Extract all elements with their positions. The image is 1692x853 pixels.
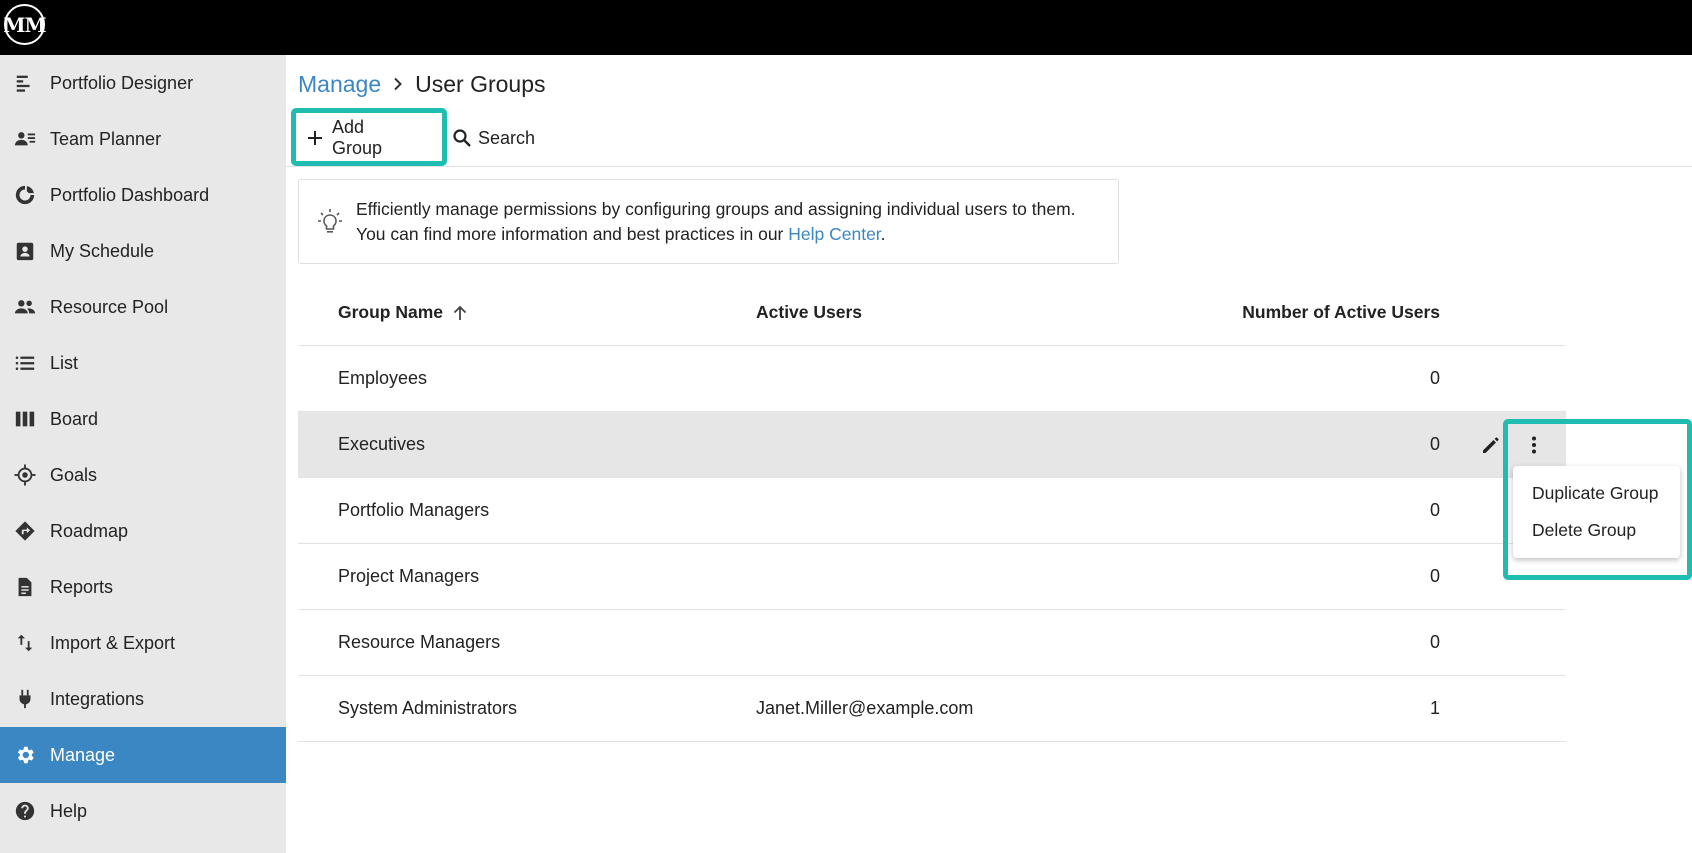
sidebar-item-label: Goals xyxy=(50,464,98,485)
sidebar-item-label: Integrations xyxy=(50,688,145,709)
sidebar-item-label: My Schedule xyxy=(50,240,155,261)
sidebar-item-label: Resource Pool xyxy=(50,296,169,317)
search-icon xyxy=(452,128,472,148)
column-header-group-name[interactable]: Group Name xyxy=(338,302,469,323)
list-icon xyxy=(13,351,37,375)
sidebar-item-help[interactable]: Help xyxy=(0,783,286,839)
breadcrumb-manage-link[interactable]: Manage xyxy=(298,71,381,98)
page-title: User Groups xyxy=(415,70,546,97)
breadcrumb: Manage User Groups xyxy=(298,68,546,100)
info-line-1: Efficiently manage permissions by config… xyxy=(356,199,1076,219)
delete-group-menu-item[interactable]: Delete Group xyxy=(1532,520,1636,541)
sidebar-item-resource-pool[interactable]: Resource Pool xyxy=(0,279,286,335)
sidebar-item-label: List xyxy=(50,352,79,373)
portfolio-designer-icon xyxy=(13,71,37,95)
group-context-menu: Duplicate Group Delete Group xyxy=(1513,466,1680,558)
table-row[interactable]: System Administrators Janet.Miller@examp… xyxy=(298,676,1566,742)
top-bar: MM xyxy=(0,0,1692,55)
active-users-cell: Janet.Miller@example.com xyxy=(756,698,974,718)
plug-icon xyxy=(13,687,37,711)
lightbulb-icon xyxy=(317,208,343,236)
gear-icon xyxy=(13,743,37,767)
sidebar-item-portfolio-dashboard[interactable]: Portfolio Dashboard xyxy=(0,167,286,223)
group-name-cell: Employees xyxy=(338,368,428,388)
sidebar-item-import-export[interactable]: Import & Export xyxy=(0,615,286,671)
info-line-2: You can find more information and best p… xyxy=(356,222,1076,247)
table-header: Group Name Active Users Number of Active… xyxy=(298,278,1566,346)
table-row[interactable]: Executives 0 xyxy=(298,412,1566,478)
sidebar-item-reports[interactable]: Reports xyxy=(0,559,286,615)
sidebar-item-label: Import & Export xyxy=(50,632,176,653)
column-header-number-of-active-users[interactable]: Number of Active Users xyxy=(1242,302,1440,323)
active-users-count-cell: 0 xyxy=(1429,368,1440,388)
help-center-link[interactable]: Help Center xyxy=(788,224,880,244)
group-name-cell: Resource Managers xyxy=(338,632,501,652)
table-row[interactable]: Resource Managers 0 xyxy=(298,610,1566,676)
sidebar-item-integrations[interactable]: Integrations xyxy=(0,671,286,727)
sidebar: Portfolio Designer Team Planner Portfoli… xyxy=(0,55,286,853)
column-header-label: Group Name xyxy=(338,302,444,322)
active-users-count-cell: 0 xyxy=(1429,500,1440,520)
people-icon xyxy=(13,295,37,319)
sidebar-item-label: Manage xyxy=(50,744,116,765)
active-users-count-cell: 0 xyxy=(1429,434,1440,454)
sidebar-item-manage[interactable]: Manage xyxy=(0,727,286,783)
dashboard-icon xyxy=(13,183,37,207)
sidebar-item-goals[interactable]: Goals xyxy=(0,447,286,503)
table-row[interactable]: Portfolio Managers 0 xyxy=(298,478,1566,544)
sidebar-item-list[interactable]: List xyxy=(0,335,286,391)
active-users-count-cell: 0 xyxy=(1429,566,1440,586)
add-group-label: Add Group xyxy=(332,117,383,158)
reports-icon xyxy=(13,575,37,599)
info-line-2-prefix: You can find more information and best p… xyxy=(356,224,789,244)
table-row[interactable]: Employees 0 xyxy=(298,346,1566,412)
group-name-cell: System Administrators xyxy=(338,698,518,718)
sidebar-item-label: Portfolio Designer xyxy=(50,72,194,93)
sidebar-item-my-schedule[interactable]: My Schedule xyxy=(0,223,286,279)
group-name-cell: Executives xyxy=(338,434,426,454)
active-users-count-cell: 0 xyxy=(1429,632,1440,652)
toolbar: Add Group Search xyxy=(286,110,1692,167)
sidebar-item-label: Help xyxy=(50,800,88,821)
table-row[interactable]: Project Managers 0 xyxy=(298,544,1566,610)
more-vertical-icon[interactable] xyxy=(1523,434,1545,456)
duplicate-group-menu-item[interactable]: Duplicate Group xyxy=(1532,483,1658,504)
group-name-cell: Project Managers xyxy=(338,566,480,586)
chevron-right-icon xyxy=(391,77,405,91)
sidebar-item-label: Reports xyxy=(50,576,114,597)
add-group-button[interactable]: Add Group xyxy=(292,110,418,166)
goals-icon xyxy=(13,463,37,487)
roadmap-icon xyxy=(13,519,37,543)
info-banner: Efficiently manage permissions by config… xyxy=(298,179,1119,264)
sort-ascending-icon xyxy=(451,304,469,322)
plus-icon xyxy=(306,129,324,147)
column-header-active-users[interactable]: Active Users xyxy=(756,302,862,323)
team-planner-icon xyxy=(13,127,37,151)
sidebar-item-label: Portfolio Dashboard xyxy=(50,184,210,205)
sidebar-item-team-planner[interactable]: Team Planner xyxy=(0,111,286,167)
group-name-cell: Portfolio Managers xyxy=(338,500,490,520)
sidebar-item-roadmap[interactable]: Roadmap xyxy=(0,503,286,559)
active-users-count-cell: 1 xyxy=(1429,698,1440,718)
sidebar-item-portfolio-designer[interactable]: Portfolio Designer xyxy=(0,55,286,111)
info-line-2-suffix: . xyxy=(880,224,886,244)
pencil-icon[interactable] xyxy=(1480,434,1502,456)
import-export-icon xyxy=(13,631,37,655)
schedule-icon xyxy=(13,239,37,263)
sidebar-item-label: Roadmap xyxy=(50,520,129,541)
search-label: Search xyxy=(478,127,536,148)
sidebar-item-label: Team Planner xyxy=(50,128,162,149)
info-text: Efficiently manage permissions by config… xyxy=(356,197,1076,247)
search-button[interactable]: Search xyxy=(452,110,535,166)
help-icon xyxy=(13,799,37,823)
user-groups-table: Group Name Active Users Number of Active… xyxy=(298,278,1566,742)
app-logo[interactable]: MM xyxy=(3,4,47,45)
sidebar-item-board[interactable]: Board xyxy=(0,391,286,447)
board-icon xyxy=(13,407,37,431)
sidebar-item-label: Board xyxy=(50,408,99,429)
